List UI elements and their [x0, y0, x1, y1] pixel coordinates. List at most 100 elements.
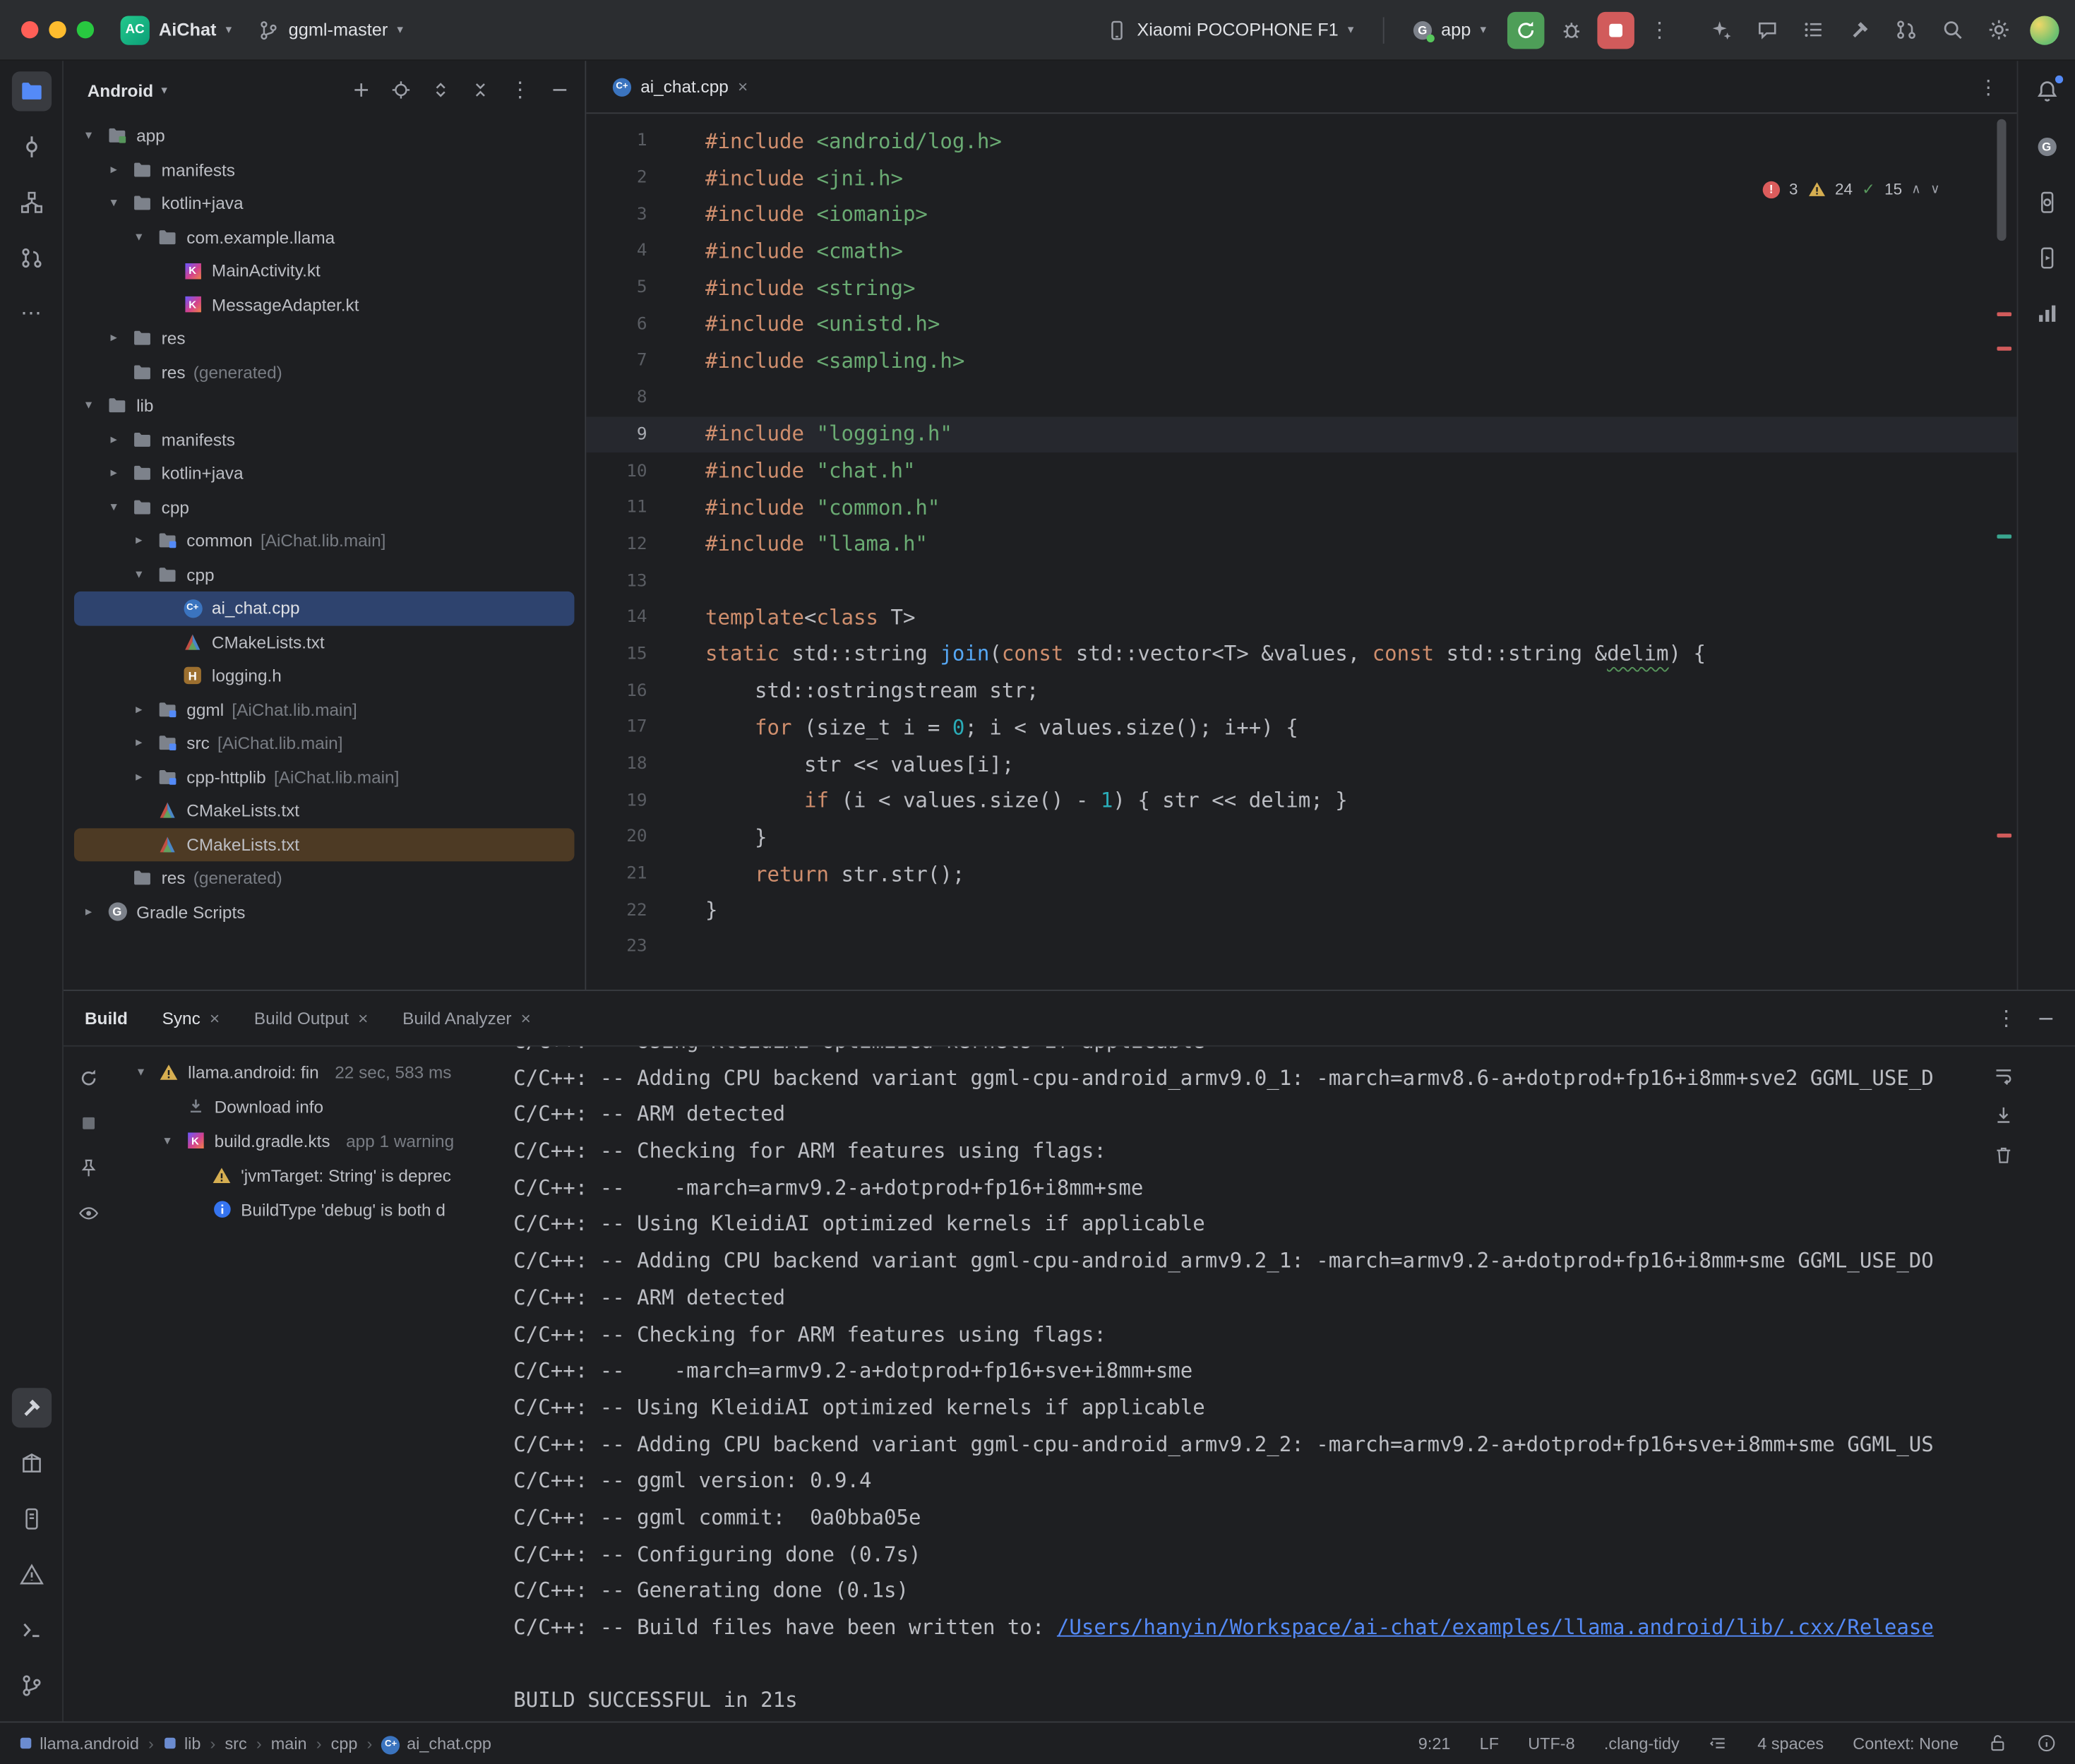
line-number[interactable]: 19 [586, 791, 647, 810]
logcat-tool-icon[interactable] [11, 1499, 51, 1539]
line-number[interactable]: 6 [586, 315, 647, 335]
chevron-closed-icon[interactable]: ▸ [79, 905, 97, 920]
chevron-open-icon[interactable]: ▾ [104, 196, 123, 211]
line-number[interactable]: 20 [586, 827, 647, 847]
ai-actions-icon[interactable] [1703, 13, 1738, 47]
tree-item-ai-chat-cpp[interactable]: C+ai_chat.cpp [74, 592, 575, 625]
editor-options-icon[interactable]: ⋮ [1978, 75, 1998, 99]
tree-item-res[interactable]: res (generated) [74, 861, 575, 895]
dependencies-tool-icon[interactable] [11, 1444, 51, 1483]
next-problem-icon[interactable]: ∨ [1930, 182, 1940, 197]
chevron-open-icon[interactable]: ▾ [104, 500, 123, 515]
line-number[interactable]: 7 [586, 352, 647, 371]
chevron-closed-icon[interactable]: ▸ [104, 162, 123, 177]
error-stripe-mark[interactable] [1997, 834, 2011, 838]
terminal-tool-icon[interactable] [11, 1610, 51, 1650]
commit-tool-icon[interactable] [11, 127, 51, 167]
tree-item-cpp[interactable]: ▾cpp [74, 490, 575, 524]
build-tab-sync[interactable]: Sync× [162, 1008, 220, 1028]
clear-output-icon[interactable] [1990, 1142, 2016, 1168]
build-tree-item-buildtype-debug-is-both-d[interactable]: BuildType 'debug' is both d [132, 1192, 497, 1227]
tree-item-mainactivity-kt[interactable]: KMainActivity.kt [74, 254, 575, 288]
code-line-12[interactable]: 12#include "llama.h" [586, 526, 2016, 563]
chevron-open-icon[interactable]: ▾ [79, 399, 97, 414]
expand-all-icon[interactable] [426, 76, 455, 104]
tree-item-common[interactable]: ▸common [AiChat.lib.main] [74, 524, 575, 558]
indent-style[interactable]: 4 spaces [1757, 1734, 1824, 1752]
build-tree-item-llama-android-fin[interactable]: ▾llama.android: fin22 sec, 583 ms [132, 1055, 497, 1089]
stop-button[interactable] [1597, 11, 1634, 48]
chevron-closed-icon[interactable]: ▸ [130, 736, 148, 751]
code-line-5[interactable]: 5#include <string> [586, 270, 2016, 306]
problems-tool-icon[interactable] [11, 1554, 51, 1594]
line-number[interactable]: 14 [586, 608, 647, 628]
run-button[interactable] [1507, 11, 1544, 48]
code-line-18[interactable]: 18 str << values[i]; [586, 746, 2016, 783]
chevron-open-icon[interactable]: ▾ [130, 568, 148, 582]
code-line-17[interactable]: 17 for (size_t i = 0; i < values.size();… [586, 709, 2016, 746]
chevron-open-icon[interactable]: ▾ [130, 230, 148, 245]
line-number[interactable]: 9 [586, 424, 647, 444]
tree-item-cmakelists-txt[interactable]: CMakeLists.txt [74, 625, 575, 659]
device-explorer-icon[interactable] [2027, 183, 2067, 222]
line-number[interactable]: 3 [586, 205, 647, 224]
close-tab-icon[interactable]: × [738, 77, 748, 97]
breadcrumb-main[interactable]: main [271, 1734, 307, 1752]
run-config-selector[interactable]: G app ▾ [1400, 10, 1500, 49]
line-number[interactable]: 10 [586, 461, 647, 481]
code-line-10[interactable]: 10#include "chat.h" [586, 452, 2016, 489]
tree-item-res[interactable]: ▸res [74, 321, 575, 355]
close-window-button[interactable] [21, 21, 38, 38]
code-line-15[interactable]: 15static std::string join(const std::vec… [586, 636, 2016, 673]
lock-icon[interactable] [1987, 1733, 2007, 1753]
line-number[interactable]: 11 [586, 498, 647, 517]
code-line-19[interactable]: 19 if (i < values.size() - 1) { str << d… [586, 782, 2016, 819]
breadcrumb-ai-chat-cpp[interactable]: C+ai_chat.cpp [381, 1732, 491, 1754]
build-panel-title[interactable]: Build [85, 1008, 128, 1028]
tree-item-app[interactable]: ▾app [74, 119, 575, 153]
editor-scrollbar[interactable] [1997, 119, 2006, 241]
tree-item-kotlin-java[interactable]: ▾kotlin+java [74, 186, 575, 220]
panel-options-icon[interactable]: ⋮ [506, 76, 534, 104]
build-path-link[interactable]: /Users/hanyin/Workspace/ai-chat/examples… [1057, 1616, 1934, 1640]
code-line-6[interactable]: 6#include <unistd.h> [586, 306, 2016, 343]
info-icon[interactable] [2037, 1733, 2057, 1753]
more-tools-icon[interactable]: ⋯ [11, 294, 51, 333]
line-number[interactable]: 2 [586, 168, 647, 188]
prev-problem-icon[interactable]: ∧ [1911, 182, 1921, 197]
breadcrumb-src[interactable]: src [225, 1734, 246, 1752]
collapse-all-icon[interactable] [466, 76, 495, 104]
build-tree-item-jvmtarget-string-is-deprec[interactable]: 'jvmTarget: String' is deprec [132, 1158, 497, 1192]
error-stripe-mark[interactable] [1997, 347, 2011, 351]
tree-item-lib[interactable]: ▾lib [74, 389, 575, 423]
code-line-11[interactable]: 11#include "common.h" [586, 489, 2016, 526]
hide-build-panel-icon[interactable] [2035, 1007, 2057, 1028]
line-number[interactable]: 8 [586, 388, 647, 407]
code-line-7[interactable]: 7#include <sampling.h> [586, 343, 2016, 380]
chevron-closed-icon[interactable]: ▸ [130, 534, 148, 548]
context-widget[interactable]: Context: None [1853, 1734, 1959, 1752]
line-number[interactable]: 13 [586, 571, 647, 591]
device-selector[interactable]: Xiaomi POCOPHONE F1 ▾ [1093, 10, 1367, 49]
code-line-13[interactable]: 13 [586, 563, 2016, 599]
project-view-selector[interactable]: Android [88, 80, 153, 100]
line-number[interactable]: 15 [586, 644, 647, 664]
tree-item-cmakelists-txt[interactable]: CMakeLists.txt [74, 827, 575, 861]
tree-item-com-example-llama[interactable]: ▾com.example.llama [74, 220, 575, 254]
chevron-closed-icon[interactable]: ▸ [104, 331, 123, 346]
error-stripe-mark[interactable] [1997, 312, 2011, 316]
code-line-21[interactable]: 21 return str.str(); [586, 856, 2016, 892]
caret-position[interactable]: 9:21 [1418, 1734, 1451, 1752]
line-number[interactable]: 23 [586, 937, 647, 957]
line-number[interactable]: 5 [586, 278, 647, 298]
locate-file-icon[interactable] [386, 76, 415, 104]
settings-icon[interactable] [1981, 13, 2016, 47]
line-separator[interactable]: LF [1480, 1734, 1499, 1752]
stop-build-icon[interactable] [76, 1110, 102, 1136]
chevron-open-icon[interactable]: ▾ [159, 1133, 176, 1148]
line-number[interactable]: 17 [586, 718, 647, 738]
line-number[interactable]: 21 [586, 864, 647, 884]
profile-icon[interactable] [2028, 13, 2062, 47]
breadcrumb-lib[interactable]: lib [163, 1734, 201, 1752]
ai-chat-icon[interactable] [1750, 13, 1784, 47]
